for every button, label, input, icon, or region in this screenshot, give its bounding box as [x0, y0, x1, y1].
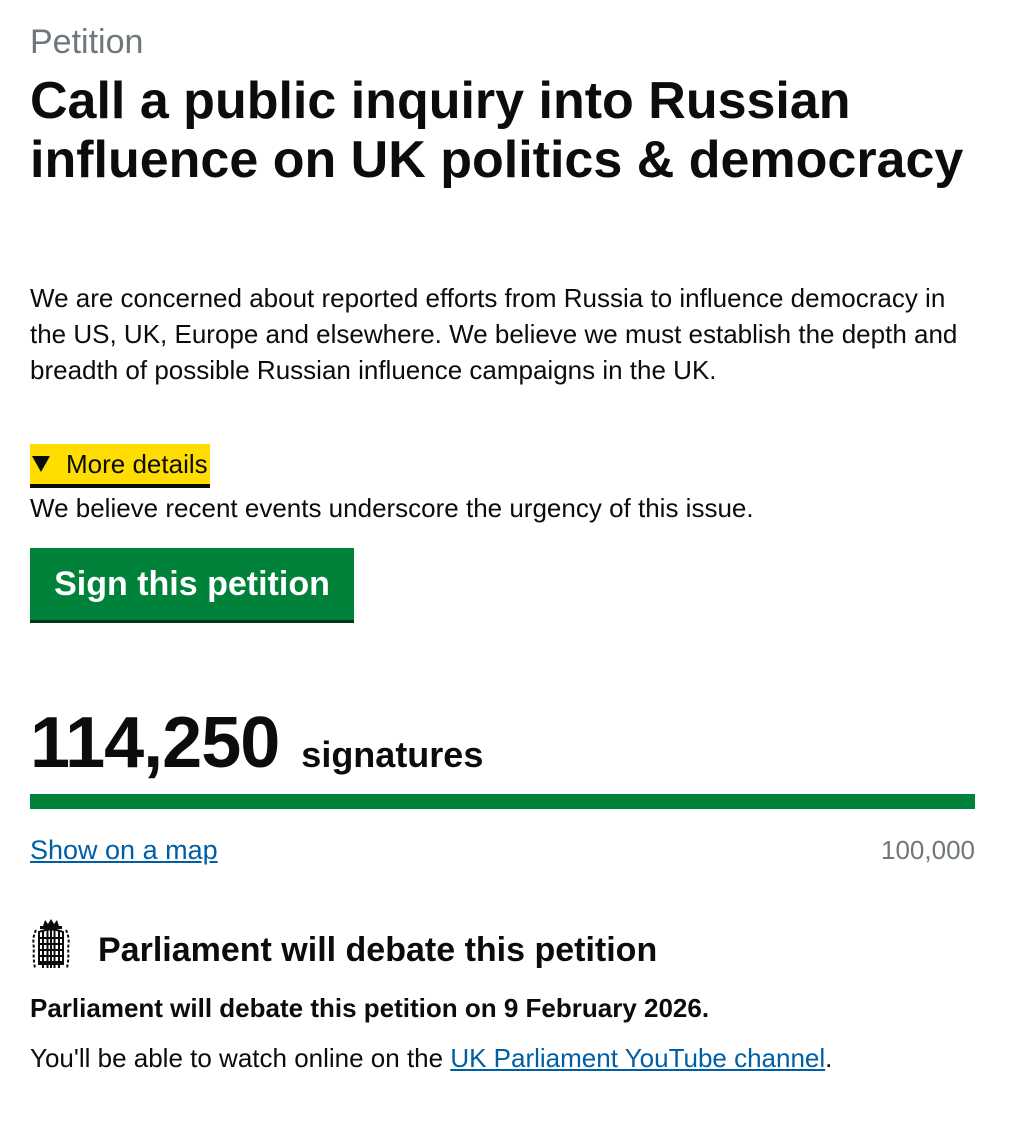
page-caption: Petition	[30, 23, 144, 61]
signature-threshold: 100,000	[881, 835, 975, 865]
details-text: We believe recent events underscore the …	[30, 493, 754, 523]
watch-prefix: You'll be able to watch online on the	[30, 1043, 451, 1073]
watch-suffix: .	[825, 1043, 833, 1073]
sign-petition-button[interactable]: Sign this petition	[30, 548, 354, 623]
signature-count-row: 114,250 signatures	[30, 700, 483, 786]
signature-progress-fill	[30, 794, 975, 809]
show-on-map-link[interactable]: Show on a map	[30, 832, 218, 868]
petition-title: Call a public inquiry into Russian influ…	[30, 72, 964, 189]
debate-heading: Parliament will debate this petition	[98, 931, 658, 969]
debate-date-text: Parliament will debate this petition on …	[30, 993, 710, 1023]
youtube-channel-link[interactable]: UK Parliament YouTube channel	[450, 1043, 825, 1073]
triangle-down-icon	[32, 456, 50, 472]
signature-progress-bar	[30, 794, 975, 809]
more-details-label: More details	[66, 448, 208, 479]
watch-online-text: You'll be able to watch online on the UK…	[30, 1040, 832, 1076]
portcullis-icon	[32, 919, 70, 969]
more-details-toggle[interactable]: More details	[30, 444, 210, 488]
signature-count-label: signatures	[301, 734, 484, 775]
petition-summary: We are concerned about reported efforts …	[30, 283, 958, 385]
signature-count: 114,250	[30, 703, 280, 783]
